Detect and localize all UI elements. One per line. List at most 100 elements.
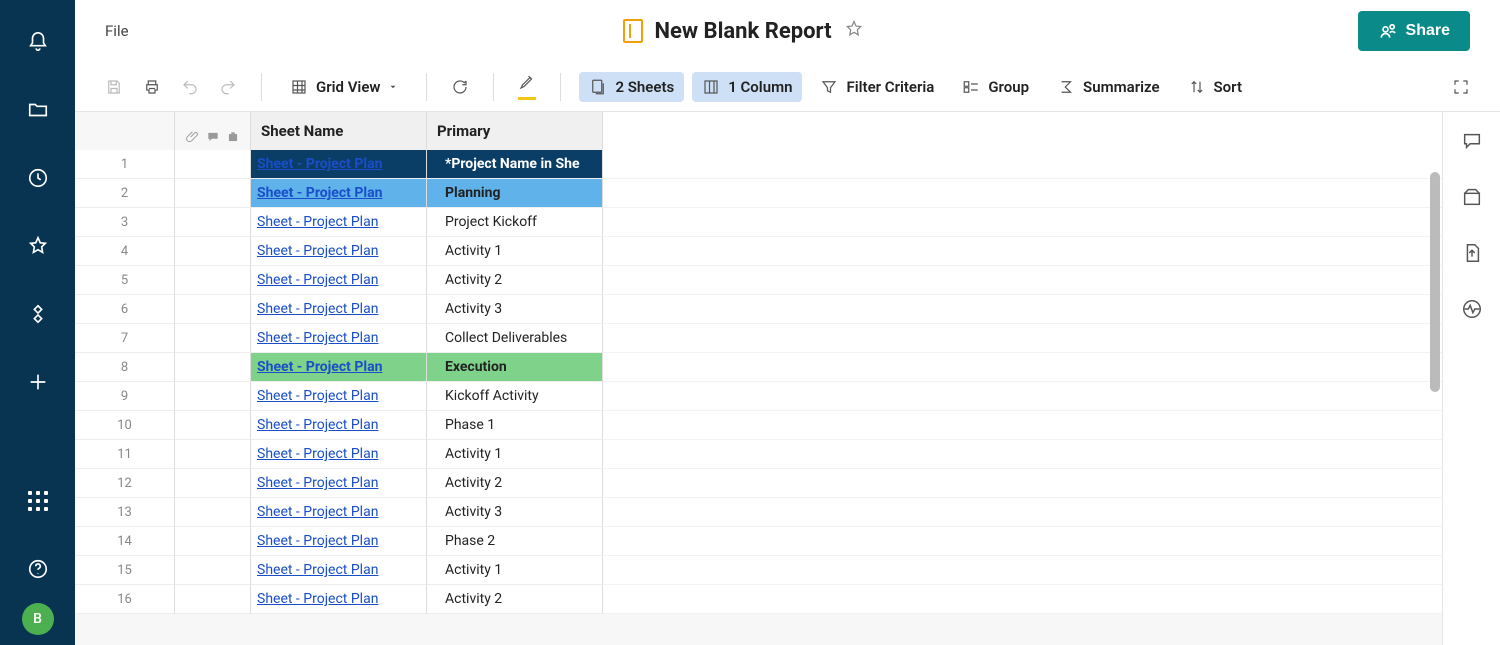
sheet-link[interactable]: Sheet - Project Plan <box>257 591 378 607</box>
row-number[interactable]: 11 <box>75 440 175 469</box>
cell-sheet-name[interactable]: Sheet - Project Plan <box>251 150 427 179</box>
table-row[interactable]: 8 Sheet - Project Plan Execution <box>75 353 1442 382</box>
highlight-icon[interactable] <box>512 67 542 106</box>
row-number[interactable]: 15 <box>75 556 175 585</box>
cell-primary[interactable]: Planning <box>427 179 603 208</box>
row-number[interactable]: 10 <box>75 411 175 440</box>
workapps-icon[interactable] <box>18 294 58 334</box>
conversations-icon[interactable] <box>1461 130 1483 156</box>
sheet-link[interactable]: Sheet - Project Plan <box>257 388 378 404</box>
row-number[interactable]: 1 <box>75 150 175 179</box>
sheet-link[interactable]: Sheet - Project Plan <box>257 301 378 317</box>
sheet-link[interactable]: Sheet - Project Plan <box>257 417 378 433</box>
redo-icon[interactable] <box>213 72 243 102</box>
scrollbar[interactable] <box>1430 172 1440 392</box>
share-button[interactable]: Share <box>1358 11 1470 51</box>
columns-button[interactable]: 1 Column <box>692 72 802 102</box>
cell-primary[interactable]: Collect Deliverables <box>427 324 603 353</box>
table-row[interactable]: 6Sheet - Project PlanActivity 3 <box>75 295 1442 324</box>
cell-primary[interactable]: Phase 1 <box>427 411 603 440</box>
cell-primary[interactable]: Activity 1 <box>427 440 603 469</box>
cell-sheet-name[interactable]: Sheet - Project Plan <box>251 353 427 382</box>
cell-primary[interactable]: Phase 2 <box>427 527 603 556</box>
row-number[interactable]: 7 <box>75 324 175 353</box>
sheet-link[interactable]: Sheet - Project Plan <box>257 272 378 288</box>
summarize-button[interactable]: Summarize <box>1047 72 1169 102</box>
cell-primary[interactable]: *Project Name in She <box>427 150 603 179</box>
print-icon[interactable] <box>137 72 167 102</box>
favorites-icon[interactable] <box>18 226 58 266</box>
cell-sheet-name[interactable]: Sheet - Project Plan <box>251 179 427 208</box>
cell-sheet-name[interactable]: Sheet - Project Plan <box>251 440 427 469</box>
sheet-link[interactable]: Sheet - Project Plan <box>257 156 382 172</box>
cell-primary[interactable]: Activity 2 <box>427 585 603 614</box>
cell-sheet-name[interactable]: Sheet - Project Plan <box>251 585 427 614</box>
table-row[interactable]: 10 Sheet - Project Plan Phase 1 <box>75 411 1442 440</box>
cell-sheet-name[interactable]: Sheet - Project Plan <box>251 266 427 295</box>
sheets-button[interactable]: 2 Sheets <box>579 72 684 102</box>
cell-primary[interactable]: Kickoff Activity <box>427 382 603 411</box>
fullscreen-icon[interactable] <box>1446 72 1476 102</box>
row-number[interactable]: 13 <box>75 498 175 527</box>
activity-log-icon[interactable] <box>1461 298 1483 324</box>
sheet-link[interactable]: Sheet - Project Plan <box>257 475 378 491</box>
sheet-link[interactable]: Sheet - Project Plan <box>257 533 378 549</box>
sheet-link[interactable]: Sheet - Project Plan <box>257 504 378 520</box>
user-avatar[interactable]: B <box>22 603 54 635</box>
cell-primary[interactable]: Project Kickoff <box>427 208 603 237</box>
row-number[interactable]: 9 <box>75 382 175 411</box>
sheet-link[interactable]: Sheet - Project Plan <box>257 446 378 462</box>
sheet-link[interactable]: Sheet - Project Plan <box>257 243 378 259</box>
cell-sheet-name[interactable]: Sheet - Project Plan <box>251 556 427 585</box>
sheet-link[interactable]: Sheet - Project Plan <box>257 359 382 375</box>
sheet-link[interactable]: Sheet - Project Plan <box>257 214 378 230</box>
row-number[interactable]: 16 <box>75 585 175 614</box>
table-row[interactable]: 5 Sheet - Project Plan Activity 2 <box>75 266 1442 295</box>
cell-primary[interactable]: Activity 1 <box>427 556 603 585</box>
publish-icon[interactable] <box>1461 242 1483 268</box>
row-number[interactable]: 5 <box>75 266 175 295</box>
create-new-icon[interactable] <box>18 362 58 402</box>
group-button[interactable]: Group <box>952 72 1039 102</box>
save-icon[interactable] <box>99 72 129 102</box>
table-row[interactable]: 7 Sheet - Project PlanCollect Deliverable… <box>75 324 1442 353</box>
launcher-apps-icon[interactable] <box>18 481 58 521</box>
cell-sheet-name[interactable]: Sheet - Project Plan <box>251 208 427 237</box>
row-number[interactable]: 12 <box>75 469 175 498</box>
favorite-star-icon[interactable] <box>844 19 864 43</box>
cell-sheet-name[interactable]: Sheet - Project Plan <box>251 469 427 498</box>
cell-sheet-name[interactable]: Sheet - Project Plan <box>251 498 427 527</box>
column-header-sheet-name[interactable]: Sheet Name <box>251 112 427 150</box>
table-row[interactable]: 3Sheet - Project PlanProject Kickoff <box>75 208 1442 237</box>
recents-icon[interactable] <box>18 158 58 198</box>
attachments-icon[interactable] <box>1461 186 1483 212</box>
cell-sheet-name[interactable]: Sheet - Project Plan <box>251 237 427 266</box>
sheet-link[interactable]: Sheet - Project Plan <box>257 185 382 201</box>
cell-primary[interactable]: Activity 1 <box>427 237 603 266</box>
grid[interactable]: Sheet Name Primary 1 Sheet - Project Plan… <box>75 112 1442 645</box>
sort-button[interactable]: Sort <box>1178 72 1252 102</box>
row-number[interactable]: 14 <box>75 527 175 556</box>
row-number[interactable]: 4 <box>75 237 175 266</box>
notifications-icon[interactable] <box>18 22 58 62</box>
cell-sheet-name[interactable]: Sheet - Project Plan <box>251 324 427 353</box>
cell-primary[interactable]: Activity 3 <box>427 498 603 527</box>
table-row[interactable]: 16 Sheet - Project Plan Activity 2 <box>75 585 1442 614</box>
cell-primary[interactable]: Activity 2 <box>427 469 603 498</box>
row-number[interactable]: 8 <box>75 353 175 382</box>
cell-sheet-name[interactable]: Sheet - Project Plan <box>251 527 427 556</box>
table-row[interactable]: 13 Sheet - Project Plan Activity 3 <box>75 498 1442 527</box>
file-menu[interactable]: File <box>105 22 129 40</box>
help-icon[interactable] <box>18 549 58 589</box>
table-row[interactable]: 4 Sheet - Project Plan Activity 1 <box>75 237 1442 266</box>
table-row[interactable]: 2 Sheet - Project Plan Planning <box>75 179 1442 208</box>
cell-primary[interactable]: Activity 2 <box>427 266 603 295</box>
row-number[interactable]: 2 <box>75 179 175 208</box>
cell-sheet-name[interactable]: Sheet - Project Plan <box>251 411 427 440</box>
table-row[interactable]: 14 Sheet - Project Plan Phase 2 <box>75 527 1442 556</box>
cell-primary[interactable]: Execution <box>427 353 603 382</box>
row-number[interactable]: 6 <box>75 295 175 324</box>
cell-sheet-name[interactable]: Sheet - Project Plan <box>251 382 427 411</box>
column-header-primary[interactable]: Primary <box>427 112 603 150</box>
refresh-icon[interactable] <box>445 72 475 102</box>
